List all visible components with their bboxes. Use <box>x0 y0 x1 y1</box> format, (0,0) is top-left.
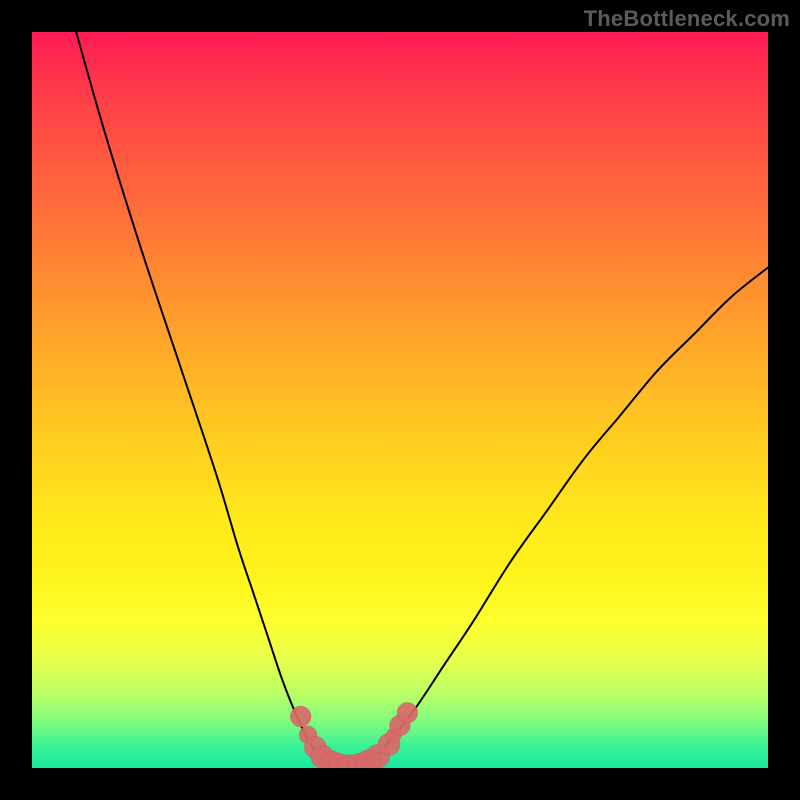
curve-marker <box>320 751 345 768</box>
curve-markers <box>290 703 417 769</box>
curve-marker <box>329 754 354 768</box>
curve-marker <box>357 750 382 768</box>
chart-frame: TheBottleneck.com <box>0 0 800 800</box>
curve-marker <box>390 715 411 736</box>
curve-marker <box>304 736 326 758</box>
curve-layer <box>32 32 768 768</box>
watermark-text: TheBottleneck.com <box>584 6 790 32</box>
curve-marker <box>378 733 400 755</box>
plot-area <box>32 32 768 768</box>
curve-marker <box>387 728 402 743</box>
curve-marker <box>397 703 418 724</box>
curve-marker <box>366 744 390 768</box>
curve-marker <box>290 706 311 727</box>
curve-marker <box>299 726 317 744</box>
curve-marker <box>337 755 362 768</box>
curve-marker <box>347 753 372 768</box>
bottleneck-curve <box>76 32 768 768</box>
curve-marker <box>311 745 335 768</box>
